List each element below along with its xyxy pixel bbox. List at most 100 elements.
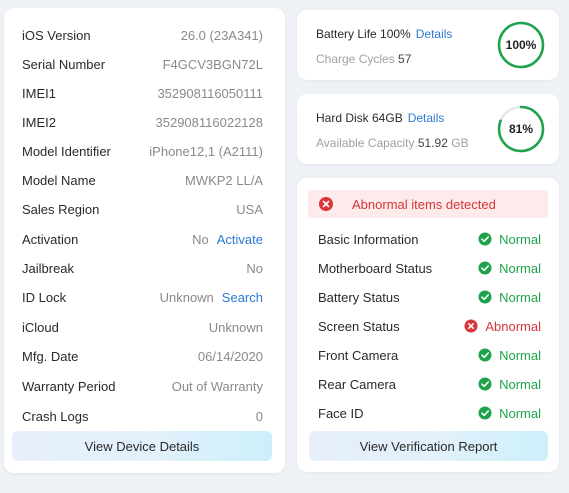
check-status: Abnormal [461, 319, 541, 334]
check-row-face-id: Face ID Normal [318, 402, 541, 424]
info-value: 06/14/2020 [197, 348, 263, 364]
error-x-icon [464, 319, 478, 333]
info-value: Unknown [159, 289, 214, 305]
check-circle-icon [478, 406, 492, 420]
activate-link[interactable]: Activate [217, 232, 263, 247]
info-row-id-lock: ID Lock Unknown Search [22, 286, 263, 308]
info-label: Serial Number [22, 56, 106, 72]
device-info-panel: iOS Version 26.0 (23A341) Serial Number … [4, 8, 285, 473]
check-row-screen-status: Screen Status Abnormal [318, 315, 541, 337]
check-circle-icon [478, 377, 492, 391]
check-status: Normal [461, 290, 541, 305]
info-value: USA [236, 201, 263, 217]
info-row-mfg-date: Mfg. Date 06/14/2020 [22, 345, 263, 367]
info-row-jailbreak: Jailbreak No [22, 257, 263, 279]
info-value: No [192, 231, 209, 247]
battery-details-link[interactable]: Details [416, 27, 453, 41]
info-row-activation: Activation No Activate [22, 228, 263, 250]
status-text: Normal [499, 289, 541, 305]
info-label: Crash Logs [22, 408, 89, 424]
status-text: Normal [499, 405, 541, 421]
check-label: Screen Status [318, 318, 400, 334]
alert-text: Abnormal items detected [352, 196, 496, 212]
info-row-model-name: Model Name MWKP2 LL/A [22, 169, 263, 191]
info-label: Model Name [22, 172, 96, 188]
charge-cycles-label: Charge Cycles [316, 52, 395, 66]
view-device-details-button[interactable]: View Device Details [12, 431, 272, 461]
disk-sub-row: Available Capacity 51.92 GB [316, 136, 469, 150]
abnormal-alert: Abnormal items detected [308, 190, 548, 218]
info-value: iPhone12,1 (A2111) [149, 143, 263, 159]
check-circle-icon [478, 261, 492, 275]
available-capacity-value: 51.92 [417, 136, 448, 150]
check-label: Motherboard Status [318, 260, 433, 276]
check-row-battery-status: Battery Status Normal [318, 286, 541, 308]
status-text: Normal [499, 231, 541, 247]
disk-details-link[interactable]: Details [408, 111, 445, 125]
info-label: ID Lock [22, 289, 67, 305]
check-circle-icon [478, 232, 492, 246]
view-verification-report-button[interactable]: View Verification Report [309, 431, 548, 461]
disk-title: Hard Disk 64GB [316, 111, 403, 125]
check-circle-icon [478, 348, 492, 362]
info-row-imei2: IMEI2 352908116022128 [22, 111, 263, 133]
check-status: Normal [461, 377, 541, 392]
check-label: Front Camera [318, 347, 399, 363]
info-row-crash-logs: Crash Logs 0 [22, 405, 263, 427]
info-value: Unknown [208, 319, 263, 335]
check-status: Normal [461, 261, 541, 276]
check-status: Normal [461, 348, 541, 363]
info-label: Mfg. Date [22, 348, 79, 364]
info-label: iOS Version [22, 27, 91, 43]
info-value-group: No Activate [192, 232, 263, 247]
info-value: Out of Warranty [171, 378, 263, 394]
check-label: Battery Status [318, 289, 400, 305]
info-value: MWKP2 LL/A [184, 172, 263, 188]
check-row-front-camera: Front Camera Normal [318, 344, 541, 366]
check-label: Basic Information [318, 231, 419, 247]
info-label: IMEI1 [22, 85, 56, 101]
verification-panel: Abnormal items detected Basic Informatio… [297, 178, 559, 472]
battery-card: Battery Life 100% Details Charge Cycles 5… [297, 10, 559, 80]
status-text: Normal [499, 376, 541, 392]
battery-percent: 100% [505, 38, 537, 52]
search-link[interactable]: Search [222, 290, 263, 305]
info-row-sales-region: Sales Region USA [22, 198, 263, 220]
info-row-serial-number: Serial Number F4GCV3BGN72L [22, 53, 263, 75]
info-value: 352908116022128 [155, 114, 264, 130]
battery-title-row: Battery Life 100% Details [316, 27, 452, 41]
info-label: IMEI2 [22, 114, 56, 130]
check-label: Face ID [318, 405, 364, 421]
disk-percent: 81% [508, 122, 534, 136]
check-row-motherboard-status: Motherboard Status Normal [318, 257, 541, 279]
battery-title: Battery Life 100% [316, 27, 411, 41]
status-text: Abnormal [485, 318, 541, 334]
info-row-ios-version: iOS Version 26.0 (23A341) [22, 24, 263, 46]
info-label: iCloud [22, 319, 59, 335]
check-label: Rear Camera [318, 376, 397, 392]
info-label: Activation [22, 231, 79, 247]
check-circle-icon [478, 290, 492, 304]
info-value-group: Unknown Search [160, 290, 263, 305]
info-label: Warranty Period [22, 378, 116, 394]
error-x-icon [319, 197, 333, 211]
info-row-warranty-period: Warranty Period Out of Warranty [22, 375, 263, 397]
info-value: No [246, 260, 263, 276]
disk-card: Hard Disk 64GB Details Available Capacity… [297, 94, 559, 164]
available-capacity-label: Available Capacity [316, 136, 415, 150]
status-text: Normal [499, 347, 541, 363]
available-capacity-unit: GB [451, 136, 469, 150]
disk-title-row: Hard Disk 64GB Details [316, 111, 444, 125]
status-text: Normal [499, 260, 541, 276]
check-row-rear-camera: Rear Camera Normal [318, 373, 541, 395]
info-value: 26.0 (23A341) [180, 27, 263, 43]
info-value: 352908116050111 [157, 85, 263, 101]
check-status: Normal [461, 232, 541, 247]
info-label: Model Identifier [22, 143, 111, 159]
info-label: Sales Region [22, 201, 100, 217]
info-value: 0 [255, 408, 263, 424]
info-value: F4GCV3BGN72L [162, 56, 263, 72]
battery-sub-row: Charge Cycles 57 [316, 52, 411, 66]
info-row-imei1: IMEI1 352908116050111 [22, 82, 263, 104]
info-row-icloud: iCloud Unknown [22, 316, 263, 338]
